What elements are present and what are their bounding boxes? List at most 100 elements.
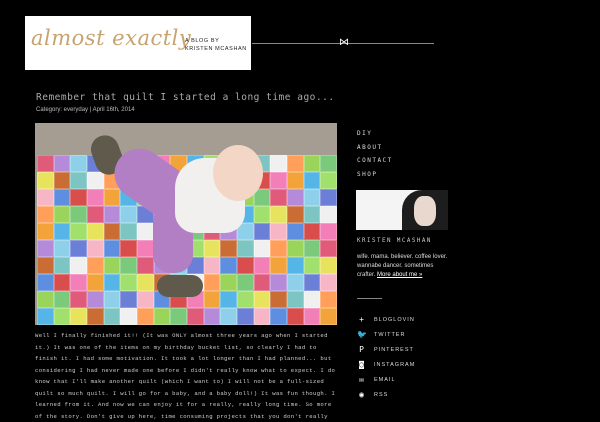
quilt-square (70, 223, 87, 240)
quilt-square (270, 223, 287, 240)
nav-item-shop[interactable]: SHOP (357, 168, 393, 182)
quilt-square (103, 240, 121, 257)
quilt-square (37, 291, 54, 308)
quilt-square (53, 291, 71, 308)
social-label: PINTEREST (374, 346, 414, 353)
social-link-email[interactable]: ✉ EMAIL (357, 372, 415, 387)
quilt-square (70, 240, 87, 257)
quilt-square (86, 223, 104, 240)
quilt-square (120, 274, 137, 291)
social-link-twitter[interactable]: 🐦 TWITTER (357, 327, 415, 342)
quilt-square (253, 223, 271, 240)
quilt-square (220, 257, 237, 274)
quilt-square (253, 308, 271, 325)
social-link-pinterest[interactable]: P PINTEREST (357, 342, 415, 357)
quilt-square (136, 291, 154, 308)
quilt-square (220, 274, 237, 291)
logo-subtitle: A BLOG BY KRISTEN MCASHAN (185, 38, 247, 52)
quilt-square (270, 308, 287, 325)
quilt-square (320, 223, 337, 240)
quilt-square (86, 240, 104, 257)
logo-script-text: almost exactly (31, 26, 192, 50)
quilt-square (203, 274, 221, 291)
quilt-square (270, 172, 287, 189)
blog-logo[interactable]: almost exactly A BLOG BY KRISTEN MCASHAN (25, 16, 251, 70)
quilt-square (286, 257, 304, 274)
quilt-square (186, 308, 204, 325)
quilt-square (53, 172, 71, 189)
quilt-square (236, 274, 254, 291)
quilt-square (286, 274, 304, 291)
social-label: EMAIL (374, 376, 396, 383)
quilt-square (320, 189, 337, 206)
quilt-square (120, 223, 137, 240)
quilt-square (70, 155, 87, 172)
quilt-square (70, 189, 87, 206)
bow-icon: ⋈ (339, 37, 349, 48)
quilt-square (203, 240, 221, 257)
social-label: BLOGLOVIN (374, 316, 415, 323)
quilt-square (286, 189, 304, 206)
quilt-square (70, 291, 87, 308)
quilt-square (236, 291, 254, 308)
quilt-square (320, 274, 337, 291)
quilt-square (86, 274, 104, 291)
social-link-instagram[interactable]: ◙ INSTAGRAM (357, 357, 415, 372)
quilt-square (303, 291, 321, 308)
nav-item-diy[interactable]: DIY (357, 127, 393, 141)
social-label: INSTAGRAM (374, 361, 416, 368)
quilt-square (203, 308, 221, 325)
quilt-square (286, 308, 304, 325)
quilt-square (86, 257, 104, 274)
quilt-square (103, 223, 121, 240)
nav-item-about[interactable]: ABOUT (357, 141, 393, 155)
quilt-square (320, 257, 337, 274)
quilt-square (136, 257, 154, 274)
more-about-me-link[interactable]: More about me » (377, 272, 422, 278)
quilt-square (320, 240, 337, 257)
quilt-square (253, 240, 271, 257)
quilt-square (53, 274, 71, 291)
baby-head (213, 145, 263, 201)
quilt-square (270, 155, 287, 172)
sidebar-divider (357, 298, 382, 299)
quilt-square (37, 172, 54, 189)
quilt-square (303, 257, 321, 274)
social-link-bloglovin[interactable]: + BLOGLOVIN (357, 312, 415, 327)
quilt-square (70, 274, 87, 291)
quilt-square (136, 240, 154, 257)
quilt-square (236, 240, 254, 257)
quilt-square (37, 189, 54, 206)
quilt-square (303, 172, 321, 189)
quilt-square (120, 308, 137, 325)
quilt-square (136, 274, 154, 291)
instagram-icon: ◙ (359, 360, 364, 369)
quilt-square (120, 206, 137, 223)
quilt-square (270, 240, 287, 257)
quilt-square (37, 155, 54, 172)
profile-face (414, 196, 436, 226)
quilt-square (303, 206, 321, 223)
quilt-square (136, 223, 154, 240)
post-meta: Category: everyday | April 16th, 2014 (36, 107, 135, 113)
quilt-square (253, 206, 271, 223)
nav-item-contact[interactable]: CONTACT (357, 154, 393, 168)
quilt-square (286, 172, 304, 189)
quilt-square (103, 206, 121, 223)
quilt-square (203, 257, 221, 274)
quilt-square (103, 257, 121, 274)
quilt-square (270, 291, 287, 308)
post-title[interactable]: Remember that quilt I started a long tim… (36, 92, 336, 103)
quilt-square (220, 308, 237, 325)
profile-photo (356, 190, 448, 230)
quilt-square (286, 155, 304, 172)
quilt-square (103, 274, 121, 291)
quilt-square (86, 206, 104, 223)
quilt-square (103, 308, 121, 325)
quilt-square (153, 308, 171, 325)
quilt-square (236, 308, 254, 325)
quilt-square (253, 291, 271, 308)
quilt-square (37, 274, 54, 291)
quilt-square (320, 155, 337, 172)
pinterest-icon: P (359, 345, 364, 354)
